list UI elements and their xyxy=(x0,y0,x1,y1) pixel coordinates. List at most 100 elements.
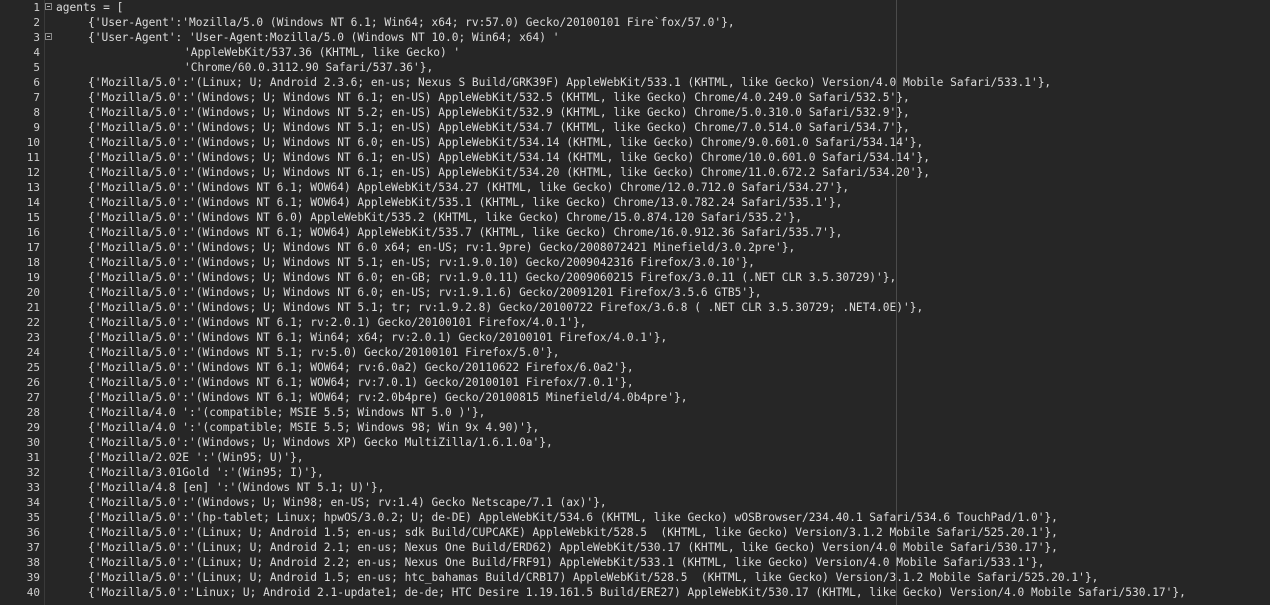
code-line[interactable]: 35 {'Mozilla/5.0':'(hp-tablet; Linux; hpw… xyxy=(0,510,1270,525)
code-text[interactable]: {'Mozilla/5.0':'(Windows NT 6.1; WOW64; … xyxy=(88,375,634,390)
code-text[interactable]: {'Mozilla/5.0':'Linux; U; Android 2.1-up… xyxy=(88,585,1186,600)
code-text[interactable]: {'Mozilla/5.0':'(Linux; U; Android 1.5; … xyxy=(88,570,1098,585)
line-number: 19 xyxy=(26,271,40,284)
line-number: 22 xyxy=(26,316,40,329)
code-line[interactable]: 24 {'Mozilla/5.0':'(Windows NT 5.1; rv:5.… xyxy=(0,345,1270,360)
line-number: 40 xyxy=(26,586,40,599)
code-text[interactable]: {'Mozilla/5.0':'(Windows NT 6.1; Win64; … xyxy=(88,330,667,345)
code-line[interactable]: 19 {'Mozilla/5.0':'(Windows; U; Windows N… xyxy=(0,270,1270,285)
code-text[interactable]: {'User-Agent':'Mozilla/5.0 (Windows NT 6… xyxy=(88,15,735,30)
code-line[interactable]: 39 {'Mozilla/5.0':'(Linux; U; Android 1.5… xyxy=(0,570,1270,585)
code-line[interactable]: 2 {'User-Agent':'Mozilla/5.0 (Windows NT … xyxy=(0,15,1270,30)
code-line[interactable]: 29 {'Mozilla/4.0 ':'(compatible; MSIE 5.5… xyxy=(0,420,1270,435)
code-editor[interactable]: 1 agents = [2 {'User-Agent':'Mozilla/5.0 (… xyxy=(0,0,1270,605)
code-text[interactable]: {'Mozilla/5.0':'(Windows NT 6.0) AppleWe… xyxy=(88,210,802,225)
code-line[interactable]: 7 {'Mozilla/5.0':'(Windows; U; Windows NT… xyxy=(0,90,1270,105)
code-text[interactable]: 'Chrome/60.0.3112.90 Safari/537.36'}, xyxy=(184,60,433,75)
code-text[interactable]: {'Mozilla/5.0':'(Linux; U; Android 1.5; … xyxy=(88,525,1058,540)
code-text[interactable]: {'Mozilla/5.0':'(Windows; U; Windows NT … xyxy=(88,120,910,135)
code-text[interactable]: {'Mozilla/5.0':'(Windows; U; Windows NT … xyxy=(88,270,896,285)
code-text[interactable]: {'Mozilla/5.0':'(Windows; U; Windows NT … xyxy=(88,150,930,165)
code-line[interactable]: 26 {'Mozilla/5.0':'(Windows NT 6.1; WOW64… xyxy=(0,375,1270,390)
code-text[interactable]: agents = [ xyxy=(56,0,123,15)
code-line[interactable]: 36 {'Mozilla/5.0':'(Linux; U; Android 1.5… xyxy=(0,525,1270,540)
code-text[interactable]: 'AppleWebKit/537.36 (KHTML, like Gecko) … xyxy=(184,45,460,60)
code-line[interactable]: 8 {'Mozilla/5.0':'(Windows; U; Windows NT… xyxy=(0,105,1270,120)
line-number: 8 xyxy=(33,106,40,119)
line-number: 20 xyxy=(26,286,40,299)
line-number: 28 xyxy=(26,406,40,419)
code-line[interactable]: 10 {'Mozilla/5.0':'(Windows; U; Windows N… xyxy=(0,135,1270,150)
line-number: 17 xyxy=(26,241,40,254)
code-text[interactable]: {'Mozilla/5.0':'(Windows; U; Windows NT … xyxy=(88,165,930,180)
line-number: 35 xyxy=(26,511,40,524)
code-text[interactable]: {'Mozilla/4.0 ':'(compatible; MSIE 5.5; … xyxy=(88,420,539,435)
code-line[interactable]: 27 {'Mozilla/5.0':'(Windows NT 6.1; WOW64… xyxy=(0,390,1270,405)
code-text[interactable]: {'Mozilla/2.02E ':'(Win95; U)'}, xyxy=(88,450,304,465)
code-text[interactable]: {'Mozilla/5.0':'(Windows; U; Windows NT … xyxy=(88,105,910,120)
code-text[interactable]: {'Mozilla/5.0':'(Windows NT 6.1; WOW64; … xyxy=(88,360,634,375)
code-line[interactable]: 5 'Chrome/60.0.3112.90 Safari/537.36'}, xyxy=(0,60,1270,75)
code-line[interactable]: 22 {'Mozilla/5.0':'(Windows NT 6.1; rv:2.… xyxy=(0,315,1270,330)
code-text[interactable]: {'Mozilla/5.0':'(Windows; U; Windows NT … xyxy=(88,240,795,255)
code-line[interactable]: 21 {'Mozilla/5.0':'(Windows; U; Windows N… xyxy=(0,300,1270,315)
code-text[interactable]: {'Mozilla/5.0':'(Windows NT 6.1; WOW64) … xyxy=(88,180,849,195)
code-line[interactable]: 14 {'Mozilla/5.0':'(Windows NT 6.1; WOW64… xyxy=(0,195,1270,210)
line-number: 10 xyxy=(26,136,40,149)
code-text[interactable]: {'Mozilla/5.0':'(Windows; U; Windows NT … xyxy=(88,285,762,300)
fold-toggle-icon[interactable] xyxy=(45,3,52,10)
code-line[interactable]: 20 {'Mozilla/5.0':'(Windows; U; Windows N… xyxy=(0,285,1270,300)
code-text[interactable]: {'Mozilla/5.0':'(Windows NT 6.1; WOW64) … xyxy=(88,195,842,210)
code-text[interactable]: {'Mozilla/5.0':'(Windows NT 6.1; rv:2.0.… xyxy=(88,315,586,330)
code-line[interactable]: 3 {'User-Agent': 'User-Agent:Mozilla/5.0 … xyxy=(0,30,1270,45)
code-line[interactable]: 18 {'Mozilla/5.0':'(Windows; U; Windows N… xyxy=(0,255,1270,270)
code-text[interactable]: {'Mozilla/5.0':'(Windows; U; Windows NT … xyxy=(88,300,923,315)
code-line[interactable]: 34 {'Mozilla/5.0':'(Windows; U; Win98; en… xyxy=(0,495,1270,510)
code-line[interactable]: 40 {'Mozilla/5.0':'Linux; U; Android 2.1-… xyxy=(0,585,1270,600)
code-line[interactable]: 4 'AppleWebKit/537.36 (KHTML, like Gecko)… xyxy=(0,45,1270,60)
code-line[interactable]: 16 {'Mozilla/5.0':'(Windows NT 6.1; WOW64… xyxy=(0,225,1270,240)
code-text[interactable]: {'Mozilla/5.0':'(Linux; U; Android 2.1; … xyxy=(88,540,1058,555)
code-line[interactable]: 32 {'Mozilla/3.01Gold ':'(Win95; I)'}, xyxy=(0,465,1270,480)
code-text[interactable]: {'Mozilla/5.0':'(Linux; U; Android 2.2; … xyxy=(88,555,1044,570)
line-number: 32 xyxy=(26,466,40,479)
code-line[interactable]: 38 {'Mozilla/5.0':'(Linux; U; Android 2.2… xyxy=(0,555,1270,570)
line-number: 7 xyxy=(33,91,40,104)
code-text[interactable]: {'Mozilla/4.8 [en] ':'(Windows NT 5.1; U… xyxy=(88,480,384,495)
code-line[interactable]: 37 {'Mozilla/5.0':'(Linux; U; Android 2.1… xyxy=(0,540,1270,555)
fold-toggle-icon[interactable] xyxy=(45,33,52,40)
code-line[interactable]: 25 {'Mozilla/5.0':'(Windows NT 6.1; WOW64… xyxy=(0,360,1270,375)
code-text[interactable]: {'Mozilla/5.0':'(Windows NT 6.1; WOW64) … xyxy=(88,225,842,240)
line-number: 3 xyxy=(33,31,40,44)
code-text[interactable]: {'Mozilla/4.0 ':'(compatible; MSIE 5.5; … xyxy=(88,405,485,420)
code-text[interactable]: {'Mozilla/5.0':'(Windows NT 5.1; rv:5.0)… xyxy=(88,345,559,360)
code-line[interactable]: 9 {'Mozilla/5.0':'(Windows; U; Windows NT… xyxy=(0,120,1270,135)
code-text[interactable]: {'Mozilla/5.0':'(Windows; U; Windows NT … xyxy=(88,135,923,150)
code-line[interactable]: 6 {'Mozilla/5.0':'(Linux; U; Android 2.3.… xyxy=(0,75,1270,90)
line-number: 34 xyxy=(26,496,40,509)
line-number: 37 xyxy=(26,541,40,554)
code-text[interactable]: {'Mozilla/5.0':'(Linux; U; Android 2.3.6… xyxy=(88,75,1051,90)
code-text[interactable]: {'Mozilla/5.0':'(Windows; U; Win98; en-U… xyxy=(88,495,607,510)
line-number: 18 xyxy=(26,256,40,269)
code-lines[interactable]: 1 agents = [2 {'User-Agent':'Mozilla/5.0 (… xyxy=(0,0,1270,600)
code-line[interactable]: 13 {'Mozilla/5.0':'(Windows NT 6.1; WOW64… xyxy=(0,180,1270,195)
code-line[interactable]: 12 {'Mozilla/5.0':'(Windows; U; Windows N… xyxy=(0,165,1270,180)
code-line[interactable]: 28 {'Mozilla/4.0 ':'(compatible; MSIE 5.5… xyxy=(0,405,1270,420)
code-line[interactable]: 33 {'Mozilla/4.8 [en] ':'(Windows NT 5.1;… xyxy=(0,480,1270,495)
line-number: 31 xyxy=(26,451,40,464)
code-line[interactable]: 23 {'Mozilla/5.0':'(Windows NT 6.1; Win64… xyxy=(0,330,1270,345)
code-text[interactable]: {'Mozilla/3.01Gold ':'(Win95; I)'}, xyxy=(88,465,324,480)
code-line[interactable]: 15 {'Mozilla/5.0':'(Windows NT 6.0) Apple… xyxy=(0,210,1270,225)
code-line[interactable]: 11 {'Mozilla/5.0':'(Windows; U; Windows N… xyxy=(0,150,1270,165)
code-text[interactable]: {'Mozilla/5.0':'(Windows; U; Windows NT … xyxy=(88,90,910,105)
code-line[interactable]: 31 {'Mozilla/2.02E ':'(Win95; U)'}, xyxy=(0,450,1270,465)
code-text[interactable]: {'Mozilla/5.0':'(Windows; U; Windows NT … xyxy=(88,255,755,270)
code-line[interactable]: 17 {'Mozilla/5.0':'(Windows; U; Windows N… xyxy=(0,240,1270,255)
code-text[interactable]: {'Mozilla/5.0':'(hp-tablet; Linux; hpwOS… xyxy=(88,510,1058,525)
code-text[interactable]: {'User-Agent': 'User-Agent:Mozilla/5.0 (… xyxy=(88,30,559,45)
code-text[interactable]: {'Mozilla/5.0':'(Windows NT 6.1; WOW64; … xyxy=(88,390,687,405)
code-line[interactable]: 1 agents = [ xyxy=(0,0,1270,15)
code-line[interactable]: 30 {'Mozilla/5.0':'(Windows; U; Windows X… xyxy=(0,435,1270,450)
code-text[interactable]: {'Mozilla/5.0':'(Windows; U; Windows XP)… xyxy=(88,435,553,450)
